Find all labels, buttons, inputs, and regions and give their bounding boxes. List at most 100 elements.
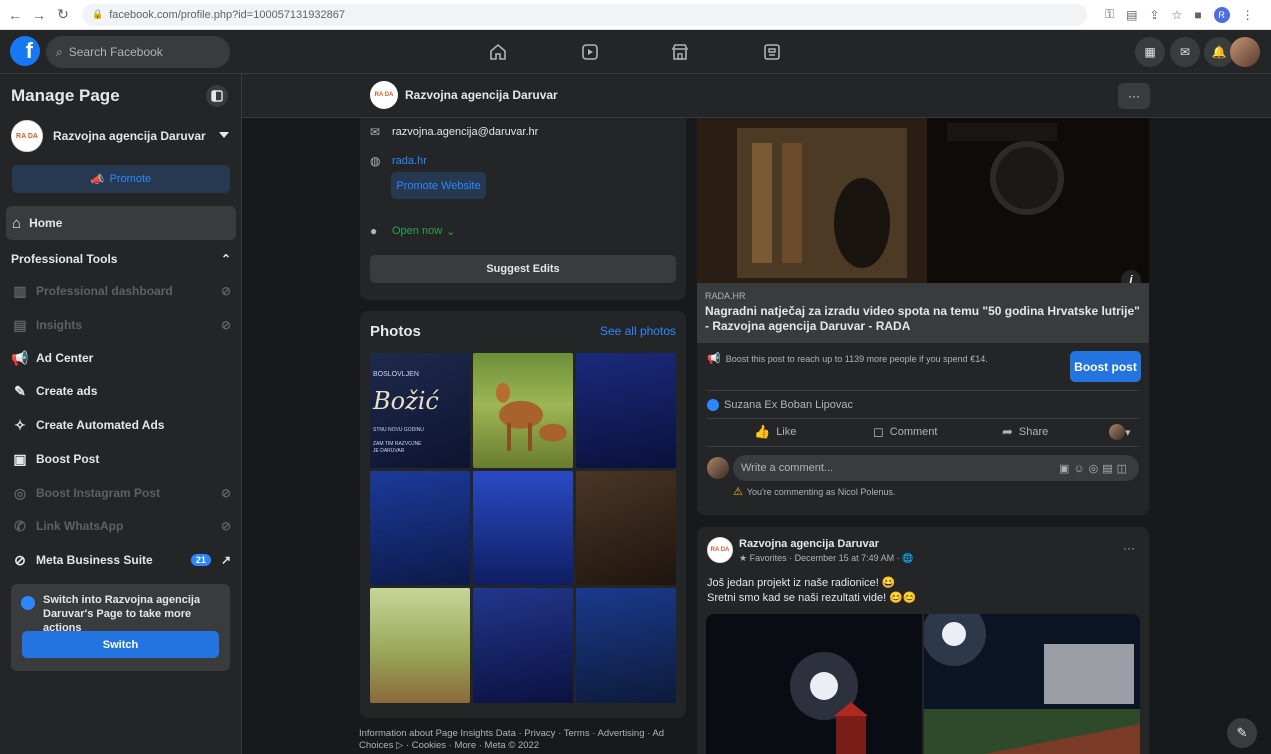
reactor-names: Suzana Ex Boban Lipovac — [724, 399, 854, 411]
divider — [707, 390, 1139, 391]
back-icon[interactable]: ← — [6, 6, 24, 24]
photo-thumbnail[interactable]: BOSLOVLJEN Božić STNU NOVU GODINU ZAM TI… — [370, 353, 470, 468]
professional-tools-label: Professional Tools — [11, 252, 118, 266]
photo-thumbnail[interactable] — [473, 588, 573, 703]
meta-icon: ⊘ — [14, 551, 26, 568]
avatar — [1109, 424, 1125, 440]
suggest-edits-button[interactable]: Suggest Edits — [370, 255, 676, 283]
watch-nav-icon[interactable] — [578, 41, 602, 63]
photo-thumbnail[interactable] — [576, 588, 676, 703]
disabled-icon: ⊘ — [220, 284, 231, 298]
post-author-name[interactable]: Razvojna agencija Daruvar — [739, 538, 879, 550]
post-author-avatar[interactable]: RA DA — [707, 537, 733, 563]
photo-thumbnail[interactable] — [473, 353, 573, 468]
share-icon[interactable]: ⇪ — [1149, 8, 1159, 22]
extension-icon[interactable]: ▤ — [1126, 8, 1137, 22]
collapse-sidebar-icon[interactable] — [206, 85, 228, 107]
account-avatar[interactable] — [1230, 37, 1260, 67]
marketplace-nav-icon[interactable] — [668, 41, 692, 63]
manage-page-sidebar: Manage Page RA DA Razvojna agencija Daru… — [0, 74, 242, 754]
like-button[interactable]: 👍 Like — [754, 424, 796, 440]
see-all-photos-link[interactable]: See all photos — [600, 324, 676, 338]
facebook-logo[interactable]: f — [10, 36, 40, 66]
hours-row[interactable]: ● Open now ⌄ — [370, 224, 455, 238]
reactions-summary[interactable]: Suzana Ex Boban Lipovac — [707, 399, 853, 411]
photos-title: Photos — [370, 323, 421, 340]
audience-selector[interactable]: ▾ — [1109, 424, 1131, 440]
share-label: Share — [1018, 426, 1049, 438]
website-link[interactable]: rada.hr — [392, 155, 427, 167]
instagram-icon: ◎ — [13, 484, 27, 501]
professional-tools-header[interactable]: Professional Tools ⌃ — [11, 252, 231, 266]
link-preview[interactable]: RADA.HR Nagradni natječaj za izradu vide… — [697, 283, 1149, 343]
sidebar-item-insights[interactable]: ▤ Insights ⊘ — [11, 310, 231, 340]
footer-links[interactable]: Information about Page Insights Data · P… — [359, 728, 685, 752]
post-meta: ★ Favorites · December 15 at 7:49 AM · 🌐 — [739, 553, 914, 563]
tab-view-icon[interactable]: ■ — [1194, 8, 1201, 22]
new-message-icon[interactable]: ✎ — [1227, 718, 1257, 748]
switch-button[interactable]: Switch — [22, 631, 219, 658]
website-row: ◍ rada.hr — [370, 154, 427, 168]
disabled-icon: ⊘ — [220, 486, 231, 500]
messenger-icon[interactable]: ✉ — [1170, 37, 1200, 67]
sidebar-item-ad-center[interactable]: 📢 Ad Center — [11, 343, 231, 373]
thumbs-up-icon: 👍 — [754, 424, 771, 439]
megaphone-icon: 📢 — [11, 349, 29, 366]
sidebar-item-create-ads[interactable]: ✎ Create ads — [11, 376, 231, 406]
photo-thumbnail[interactable] — [576, 470, 676, 586]
boost-post-button[interactable]: Boost post — [1070, 351, 1141, 382]
sidebar-item-link-whatsapp[interactable]: ✆ Link WhatsApp ⊘ — [11, 511, 231, 541]
post-image[interactable] — [697, 118, 1149, 283]
menu-grid-icon[interactable]: ▦ — [1135, 37, 1165, 67]
kebab-menu-icon[interactable]: ⋮ — [1242, 8, 1254, 22]
sidebar-item-label: Boost Post — [36, 452, 100, 466]
page-title[interactable]: Razvojna agencija Daruvar — [405, 88, 558, 102]
sidebar-item-boost-instagram-post[interactable]: ◎ Boost Instagram Post ⊘ — [11, 478, 231, 508]
search-input[interactable]: ⌕ Search Facebook — [46, 36, 230, 68]
more-options-button[interactable]: ··· — [1118, 83, 1150, 109]
comment-button[interactable]: ◻ Comment — [873, 424, 937, 440]
promote-website-button[interactable]: Promote Website — [391, 172, 486, 199]
sidebar-item-professional-dashboard[interactable]: ▥ Professional dashboard ⊘ — [11, 276, 231, 306]
share-arrow-icon: ➦ — [1002, 424, 1013, 439]
share-button[interactable]: ➦ Share — [1002, 424, 1048, 440]
disabled-icon: ⊘ — [220, 318, 231, 332]
pages-nav-icon[interactable] — [760, 41, 784, 63]
sidebar-item-create-automated-ads[interactable]: ✧ Create Automated Ads — [11, 410, 231, 440]
lock-icon: 🔒 — [92, 9, 104, 19]
post-more-options-button[interactable]: ··· — [1123, 541, 1135, 555]
photos-card: Photos See all photos BOSLOVLJEN Božić S… — [360, 311, 686, 718]
home-nav-icon[interactable] — [486, 41, 510, 63]
post-image[interactable] — [706, 614, 922, 754]
sidebar-item-meta-business-suite[interactable]: ⊘ Meta Business Suite 21 ↗ — [11, 545, 231, 575]
facebook-top-bar: f ⌕ Search Facebook ▦ ✉ 🔔 — [0, 30, 1271, 74]
email-value[interactable]: razvojna.agencija@daruvar.hr — [392, 126, 538, 138]
photo-thumbnail[interactable] — [370, 470, 470, 586]
sidebar-item-label: Create ads — [36, 384, 98, 398]
browser-profile-avatar[interactable]: R — [1213, 6, 1230, 23]
reload-icon[interactable]: ↻ — [54, 6, 72, 24]
key-icon[interactable]: ⚿ — [1105, 7, 1114, 22]
photo-thumbnail[interactable] — [473, 470, 573, 586]
photo-thumbnail[interactable] — [576, 353, 676, 468]
home-icon: ⌂ — [12, 214, 22, 232]
link-title: Nagradni natječaj za izradu video spota … — [705, 304, 1140, 333]
address-bar[interactable]: 🔒 facebook.com/profile.php?id=1000571319… — [82, 3, 1087, 26]
comment-input[interactable]: Write a comment... ▣☺◎▤◫ — [733, 455, 1139, 481]
comment-tools-icons[interactable]: ▣☺◎▤◫ — [1059, 462, 1131, 475]
post-image[interactable] — [924, 614, 1140, 754]
page-selector[interactable]: RA DA Razvojna agencija Daruvar — [11, 120, 235, 152]
post-text-line: Sretni smo kad se naši rezultati vide! 😊… — [707, 592, 917, 604]
dashboard-icon: ▥ — [13, 282, 27, 299]
sidebar-item-label: Ad Center — [36, 351, 94, 365]
page-avatar: RA DA — [11, 120, 43, 152]
page-avatar[interactable]: RA DA — [370, 81, 398, 109]
sidebar-item-boost-post[interactable]: ▣ Boost Post — [11, 444, 231, 474]
page-selector-label: Razvojna agencija Daruvar — [53, 129, 206, 143]
photo-thumbnail[interactable] — [370, 588, 470, 703]
bookmark-star-icon[interactable]: ☆ — [1172, 8, 1183, 22]
forward-icon[interactable]: → — [30, 6, 48, 24]
promote-button[interactable]: 📣 Promote — [12, 165, 230, 193]
sidebar-item-home[interactable]: ⌂ Home — [6, 206, 236, 240]
about-card: ✉ razvojna.agencija@daruvar.hr ◍ rada.hr… — [360, 118, 686, 300]
